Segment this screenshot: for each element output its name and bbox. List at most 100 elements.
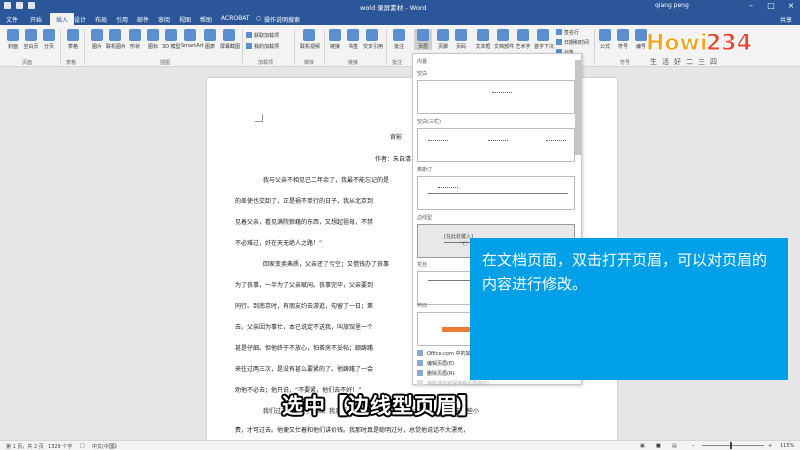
web-layout-icon[interactable]: ▤ xyxy=(672,443,677,449)
zoom-level[interactable]: 115% xyxy=(780,443,794,449)
doc-line: 来往过两三次，是没有甚么要紧的了。他踌躇了一会 xyxy=(235,366,374,373)
smartart-button[interactable]: SmartArt xyxy=(181,29,204,49)
equation-icon xyxy=(599,29,611,41)
save-selection-to-gallery-item: 将所选内容保存到页眉库(S)... xyxy=(417,380,494,387)
wordart-icon xyxy=(517,29,529,41)
zoom-in-icon[interactable]: + xyxy=(768,443,772,449)
header-option-blank-three-column[interactable] xyxy=(417,128,575,162)
remove-header-item[interactable]: 删除页眉(R) xyxy=(417,370,454,377)
comment-button[interactable]: 批注 xyxy=(390,29,408,50)
tab-home[interactable]: 开始 xyxy=(30,15,42,24)
redo-icon[interactable] xyxy=(28,2,35,9)
online-video-button[interactable]: 联机视频 xyxy=(300,29,320,50)
symbol-button[interactable]: 符号 xyxy=(614,29,632,50)
video-icon xyxy=(303,29,315,41)
gallery-item-label: 空白 xyxy=(417,71,428,77)
chart-button[interactable]: 图表 xyxy=(201,29,219,50)
drop-cap-button[interactable]: 首字下沉 xyxy=(534,29,554,50)
tab-layout[interactable]: 布局 xyxy=(95,15,107,24)
zoom-out-icon[interactable]: – xyxy=(692,443,695,449)
print-layout-icon[interactable]: ■ xyxy=(656,443,661,449)
macro-icon[interactable]: □ xyxy=(112,443,117,449)
equation-button[interactable]: 公式 xyxy=(596,29,614,50)
header-icon xyxy=(417,29,429,41)
video-caption: 选中【边线型页眉】 xyxy=(282,394,480,418)
svg-text:234: 234 xyxy=(706,31,752,56)
word-count[interactable]: 1329 个字 xyxy=(48,443,72,450)
header-option-austin[interactable] xyxy=(417,176,575,210)
tell-me-search[interactable]: 操作说明搜索 xyxy=(264,15,300,24)
omega-icon xyxy=(617,29,629,41)
page-count[interactable]: 第 1 页，共 2 页 xyxy=(6,443,44,450)
page-break-button[interactable]: 分页 xyxy=(40,29,58,50)
edit-header-item[interactable]: 编辑页眉(E) xyxy=(417,360,454,367)
3d-models-button[interactable]: 3D 模型 xyxy=(162,29,181,50)
blank-page-button[interactable]: 空白页 xyxy=(22,29,40,50)
tab-review[interactable]: 审阅 xyxy=(158,15,170,24)
store-icon xyxy=(246,32,252,38)
logo-subtitle: 生活好二三四 xyxy=(650,58,722,66)
proofing-icon[interactable]: □ xyxy=(80,443,85,449)
bookmark-button[interactable]: 书签 xyxy=(344,29,362,50)
tab-references[interactable]: 引用 xyxy=(116,15,128,24)
shapes-icon xyxy=(129,29,141,41)
tab-design[interactable]: 设计 xyxy=(74,15,86,24)
tutorial-overlay: 在文档页面，双击打开页眉，可以对页眉的内容进行修改。 xyxy=(470,238,788,380)
gallery-scrollbar[interactable] xyxy=(575,60,581,155)
tab-view[interactable]: 视图 xyxy=(179,15,191,24)
bookmark-icon xyxy=(347,29,359,41)
wordart-button[interactable]: 艺术字 xyxy=(514,29,532,50)
group-media: 媒体 xyxy=(304,60,315,66)
undo-icon[interactable] xyxy=(16,2,23,9)
header-button[interactable]: 页眉 xyxy=(414,29,432,50)
tab-help[interactable]: 帮助 xyxy=(200,15,212,24)
zoom-slider-handle[interactable] xyxy=(730,442,732,449)
date-time-button[interactable]: 日期和时间 xyxy=(556,39,589,46)
shapes-button[interactable]: 形状 xyxy=(126,29,144,50)
quick-parts-icon xyxy=(497,29,509,41)
gallery-section-label: 内置 xyxy=(417,59,428,65)
doc-author: 作者：朱自清 xyxy=(375,156,412,163)
howi234-logo: Howi 234 生活好二三四 xyxy=(644,28,774,68)
minimize-icon[interactable]: – xyxy=(746,1,756,10)
gallery-item-label: 怀旧 xyxy=(417,303,428,309)
cover-page-button[interactable]: 封面 xyxy=(4,29,22,50)
table-icon xyxy=(67,29,79,41)
group-links: 链接 xyxy=(348,60,359,66)
table-button[interactable]: 表格 xyxy=(64,29,82,50)
text-box-button[interactable]: 文本框 xyxy=(474,29,492,50)
quick-parts-button[interactable]: 文档部件 xyxy=(494,29,514,50)
tab-acrobat[interactable]: ACROBAT xyxy=(221,15,250,22)
icons-button[interactable]: 图标 xyxy=(144,29,162,50)
close-icon[interactable]: × xyxy=(786,1,796,10)
user-name[interactable]: qiang peng xyxy=(655,2,689,9)
screenshot-button[interactable]: 屏幕截图 xyxy=(220,29,240,50)
tutorial-text: 在文档页面，双击打开页眉，可以对页眉的内容进行修改。 xyxy=(482,251,768,293)
signature-line-button[interactable]: 签名行 xyxy=(556,29,579,36)
online-pictures-button[interactable]: 联机图片 xyxy=(106,29,126,50)
gallery-item-label: 奥斯汀 xyxy=(417,167,433,173)
share-button[interactable]: 共享 xyxy=(780,15,792,24)
footer-icon xyxy=(437,29,449,41)
header-option-blank[interactable] xyxy=(417,80,575,114)
link-button[interactable]: 链接 xyxy=(326,29,344,50)
maximize-icon[interactable]: □ xyxy=(766,1,776,10)
doc-title: 背影 xyxy=(390,134,403,141)
mouse-pointer-icon: ☜ xyxy=(460,239,469,249)
group-illustrations: 插图 xyxy=(160,60,171,66)
pictures-button[interactable]: 图片 xyxy=(88,29,106,50)
read-mode-icon[interactable]: ▣ xyxy=(640,443,645,449)
tab-file[interactable]: 文件 xyxy=(6,15,18,24)
tab-insert[interactable]: 插入 xyxy=(50,13,75,25)
tab-mailings[interactable]: 邮件 xyxy=(137,15,149,24)
link-icon xyxy=(329,29,341,41)
my-addins-button[interactable]: 我的加载项 xyxy=(246,43,279,50)
get-addins-button[interactable]: 获取加载项 xyxy=(246,32,279,39)
zoom-slider[interactable] xyxy=(702,445,764,446)
cross-reference-button[interactable]: 交叉引用 xyxy=(363,29,383,50)
page-number-button[interactable]: 页码 xyxy=(452,29,470,50)
save-icon[interactable] xyxy=(4,2,11,9)
3d-model-icon xyxy=(165,29,177,41)
footer-button[interactable]: 页脚 xyxy=(434,29,452,50)
screenshot-icon xyxy=(223,29,235,41)
